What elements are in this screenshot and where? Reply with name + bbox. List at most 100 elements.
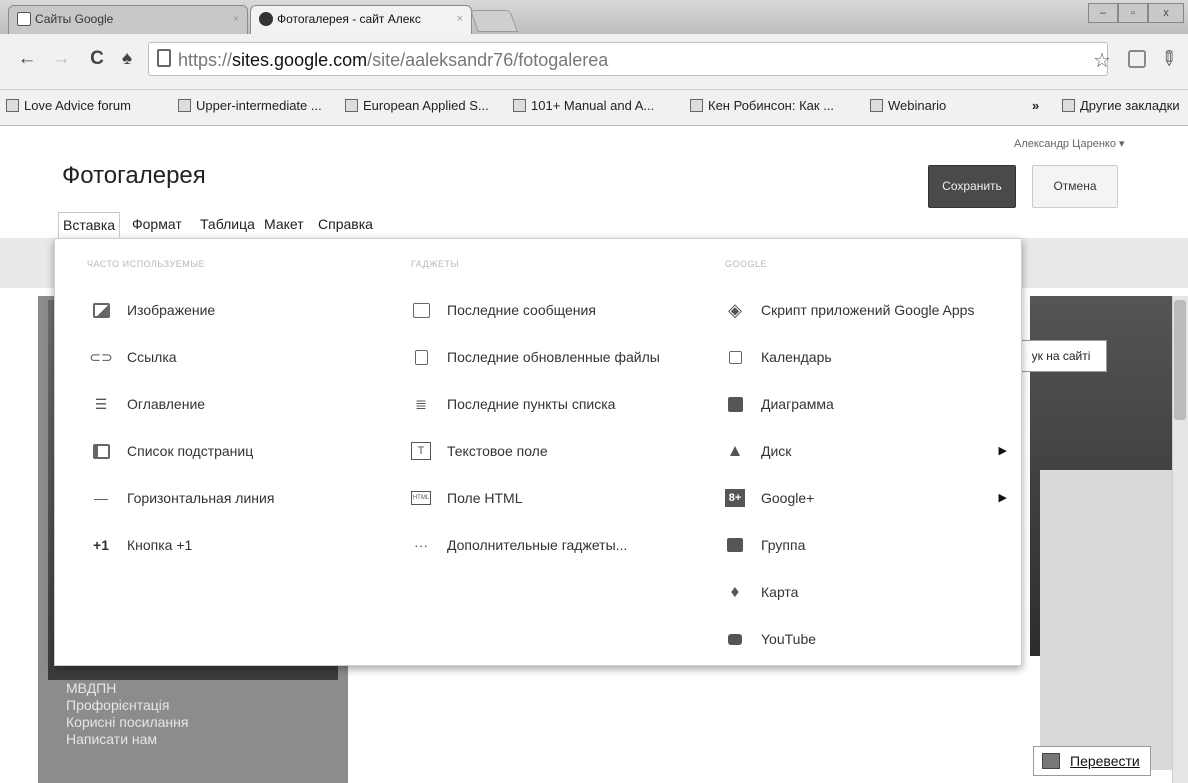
google-plus-icon: 8+	[725, 489, 745, 507]
insert-google-plus-item[interactable]: 8+ Google+ ▶	[725, 483, 1007, 515]
url-text[interactable]: https://sites.google.com/site/aaleksandr…	[178, 50, 608, 71]
subpages-icon	[91, 442, 111, 460]
image-icon	[91, 301, 111, 319]
submenu-arrow-icon: ▶	[998, 492, 1007, 504]
insert-toc-item[interactable]: ☰ Оглавление	[91, 389, 205, 421]
link-icon: ⊂⊃	[89, 349, 113, 365]
scrollbar-thumb[interactable]	[1174, 300, 1186, 420]
insert-recent-list-item[interactable]: ≣ Последние пункты списка	[411, 389, 615, 421]
site-nav-item[interactable]: Корисні посилання	[66, 714, 346, 731]
back-icon[interactable]: ←	[14, 48, 40, 70]
insert-groups-item[interactable]: Группа	[725, 530, 805, 562]
menu-item-label: Календарь	[761, 349, 832, 365]
map-pin-icon: ♦	[730, 582, 740, 601]
bookmark-item[interactable]: Webinario	[870, 96, 946, 116]
menu-item-label: Изображение	[127, 302, 216, 318]
menu-item-label: Последние пункты списка	[447, 396, 616, 412]
other-bookmarks-label: Другие закладки	[1080, 98, 1180, 113]
bookmark-label: 101+ Manual and A...	[531, 98, 655, 113]
menu-item-label: Горизонтальная линия	[127, 490, 275, 506]
cancel-button[interactable]: Отмена	[1032, 165, 1118, 208]
column-heading: GOOGLE	[725, 259, 768, 269]
insert-recent-files-item[interactable]: Последние обновленные файлы	[411, 342, 660, 374]
user-menu[interactable]: Александр Царенко ▾	[1014, 137, 1125, 150]
insert-calendar-item[interactable]: Календарь	[725, 342, 832, 374]
minimize-button[interactable]: –	[1088, 3, 1118, 23]
site-nav-item[interactable]: МВДПН	[66, 680, 346, 697]
menu-table[interactable]: Таблица	[196, 212, 259, 238]
new-tab-button[interactable]	[469, 10, 519, 32]
bookmark-label: Webinario	[888, 98, 947, 113]
search-site-button[interactable]: ук на сайті	[1015, 340, 1107, 372]
tab-label: Фотогалерея - сайт Алекс	[277, 12, 421, 26]
menu-layout[interactable]: Макет	[260, 212, 308, 238]
recent-files-icon	[411, 348, 431, 366]
bookmark-item[interactable]: 101+ Manual and A...	[513, 96, 654, 116]
tab-close-icon[interactable]: ×	[457, 6, 463, 32]
menu-item-label: Скрипт приложений Google Apps	[761, 302, 975, 318]
insert-subpages-item[interactable]: Список подстраниц	[91, 436, 253, 468]
insert-image-item[interactable]: Изображение	[91, 295, 215, 327]
menu-item-label: Ссылка	[127, 349, 177, 365]
tab-google-sites[interactable]: Сайты Google ×	[8, 5, 248, 34]
close-window-button[interactable]: x	[1148, 3, 1184, 23]
hr-icon: —	[94, 490, 108, 506]
tab-close-icon[interactable]: ×	[233, 6, 239, 32]
insert-chart-item[interactable]: Диаграмма	[725, 389, 834, 421]
save-button[interactable]: Сохранить	[928, 165, 1016, 208]
bookmark-favicon-icon	[178, 99, 191, 112]
insert-recent-posts-item[interactable]: Последние сообщения	[411, 295, 596, 327]
tab-fotogalereya[interactable]: Фотогалерея - сайт Алекс ×	[250, 5, 472, 34]
column-heading: ЧАСТО ИСПОЛЬЗУЕМЫЕ	[87, 259, 206, 269]
extension-icon[interactable]	[1128, 50, 1146, 68]
bookmark-item[interactable]: Love Advice forum	[6, 96, 131, 116]
youtube-icon	[725, 630, 745, 648]
bookmark-label: Love Advice forum	[24, 98, 131, 113]
bookmark-item[interactable]: Кен Робинсон: Как ...	[690, 96, 834, 116]
sites-favicon-icon	[17, 12, 31, 26]
insert-drive-item[interactable]: ▲ Диск ▶	[725, 436, 1007, 468]
menu-item-label: Дополнительные гаджеты...	[447, 537, 628, 553]
forward-icon[interactable]: →	[48, 48, 74, 70]
home-icon[interactable]: ♠	[114, 48, 140, 70]
textbox-icon: T	[411, 442, 431, 460]
menu-help[interactable]: Справка	[314, 212, 377, 238]
translate-button[interactable]: Перевести	[1033, 746, 1151, 776]
submenu-arrow-icon: ▶	[998, 445, 1007, 457]
bookmark-favicon-icon	[870, 99, 883, 112]
insert-map-item[interactable]: ♦ Карта	[725, 577, 799, 609]
tab-label: Сайты Google	[35, 12, 114, 26]
site-nav-item[interactable]: Написати нам	[66, 731, 346, 748]
maximize-button[interactable]: ▫	[1118, 3, 1148, 23]
insert-link-item[interactable]: ⊂⊃ Ссылка	[89, 342, 177, 374]
menu-item-label: Google+	[761, 490, 815, 506]
insert-hr-item[interactable]: — Горизонтальная линия	[91, 483, 274, 515]
translate-icon	[1042, 753, 1060, 769]
bookmarks-overflow-icon[interactable]: »	[1032, 96, 1039, 116]
url-scheme: https://	[178, 50, 233, 70]
insert-html-box-item[interactable]: HTML Поле HTML	[411, 483, 523, 515]
insert-plus-one-item[interactable]: +1 Кнопка +1	[91, 530, 192, 562]
bookmark-item[interactable]: Upper-intermediate ...	[178, 96, 322, 116]
site-favicon-icon	[259, 12, 273, 26]
menu-format[interactable]: Формат	[128, 212, 186, 238]
url-host: sites.google.com	[232, 50, 368, 70]
bookmark-item[interactable]: European Applied S...	[345, 96, 489, 116]
menu-item-label: Последние обновленные файлы	[447, 349, 660, 365]
insert-textbox-item[interactable]: T Текстовое поле	[411, 436, 548, 468]
apps-script-icon: ◈	[728, 300, 742, 320]
plus-one-icon: +1	[93, 537, 109, 553]
lock-icon	[157, 49, 171, 67]
insert-more-gadgets-item[interactable]: ··· Дополнительные гаджеты...	[411, 530, 627, 562]
bookmark-favicon-icon	[513, 99, 526, 112]
bookmark-star-icon[interactable]: ☆	[1093, 48, 1111, 73]
insert-apps-script-item[interactable]: ◈ Скрипт приложений Google Apps	[725, 295, 974, 327]
translate-label: Перевести	[1070, 753, 1140, 769]
menu-insert[interactable]: Вставка	[58, 212, 121, 238]
reload-icon[interactable]: C	[84, 48, 110, 70]
site-nav-item[interactable]: Профорієнтація	[66, 697, 346, 714]
insert-youtube-item[interactable]: YouTube	[725, 624, 816, 656]
toc-icon: ☰	[94, 396, 108, 412]
menu-item-label: Последние сообщения	[447, 302, 596, 318]
other-bookmarks[interactable]: Другие закладки	[1062, 96, 1180, 116]
